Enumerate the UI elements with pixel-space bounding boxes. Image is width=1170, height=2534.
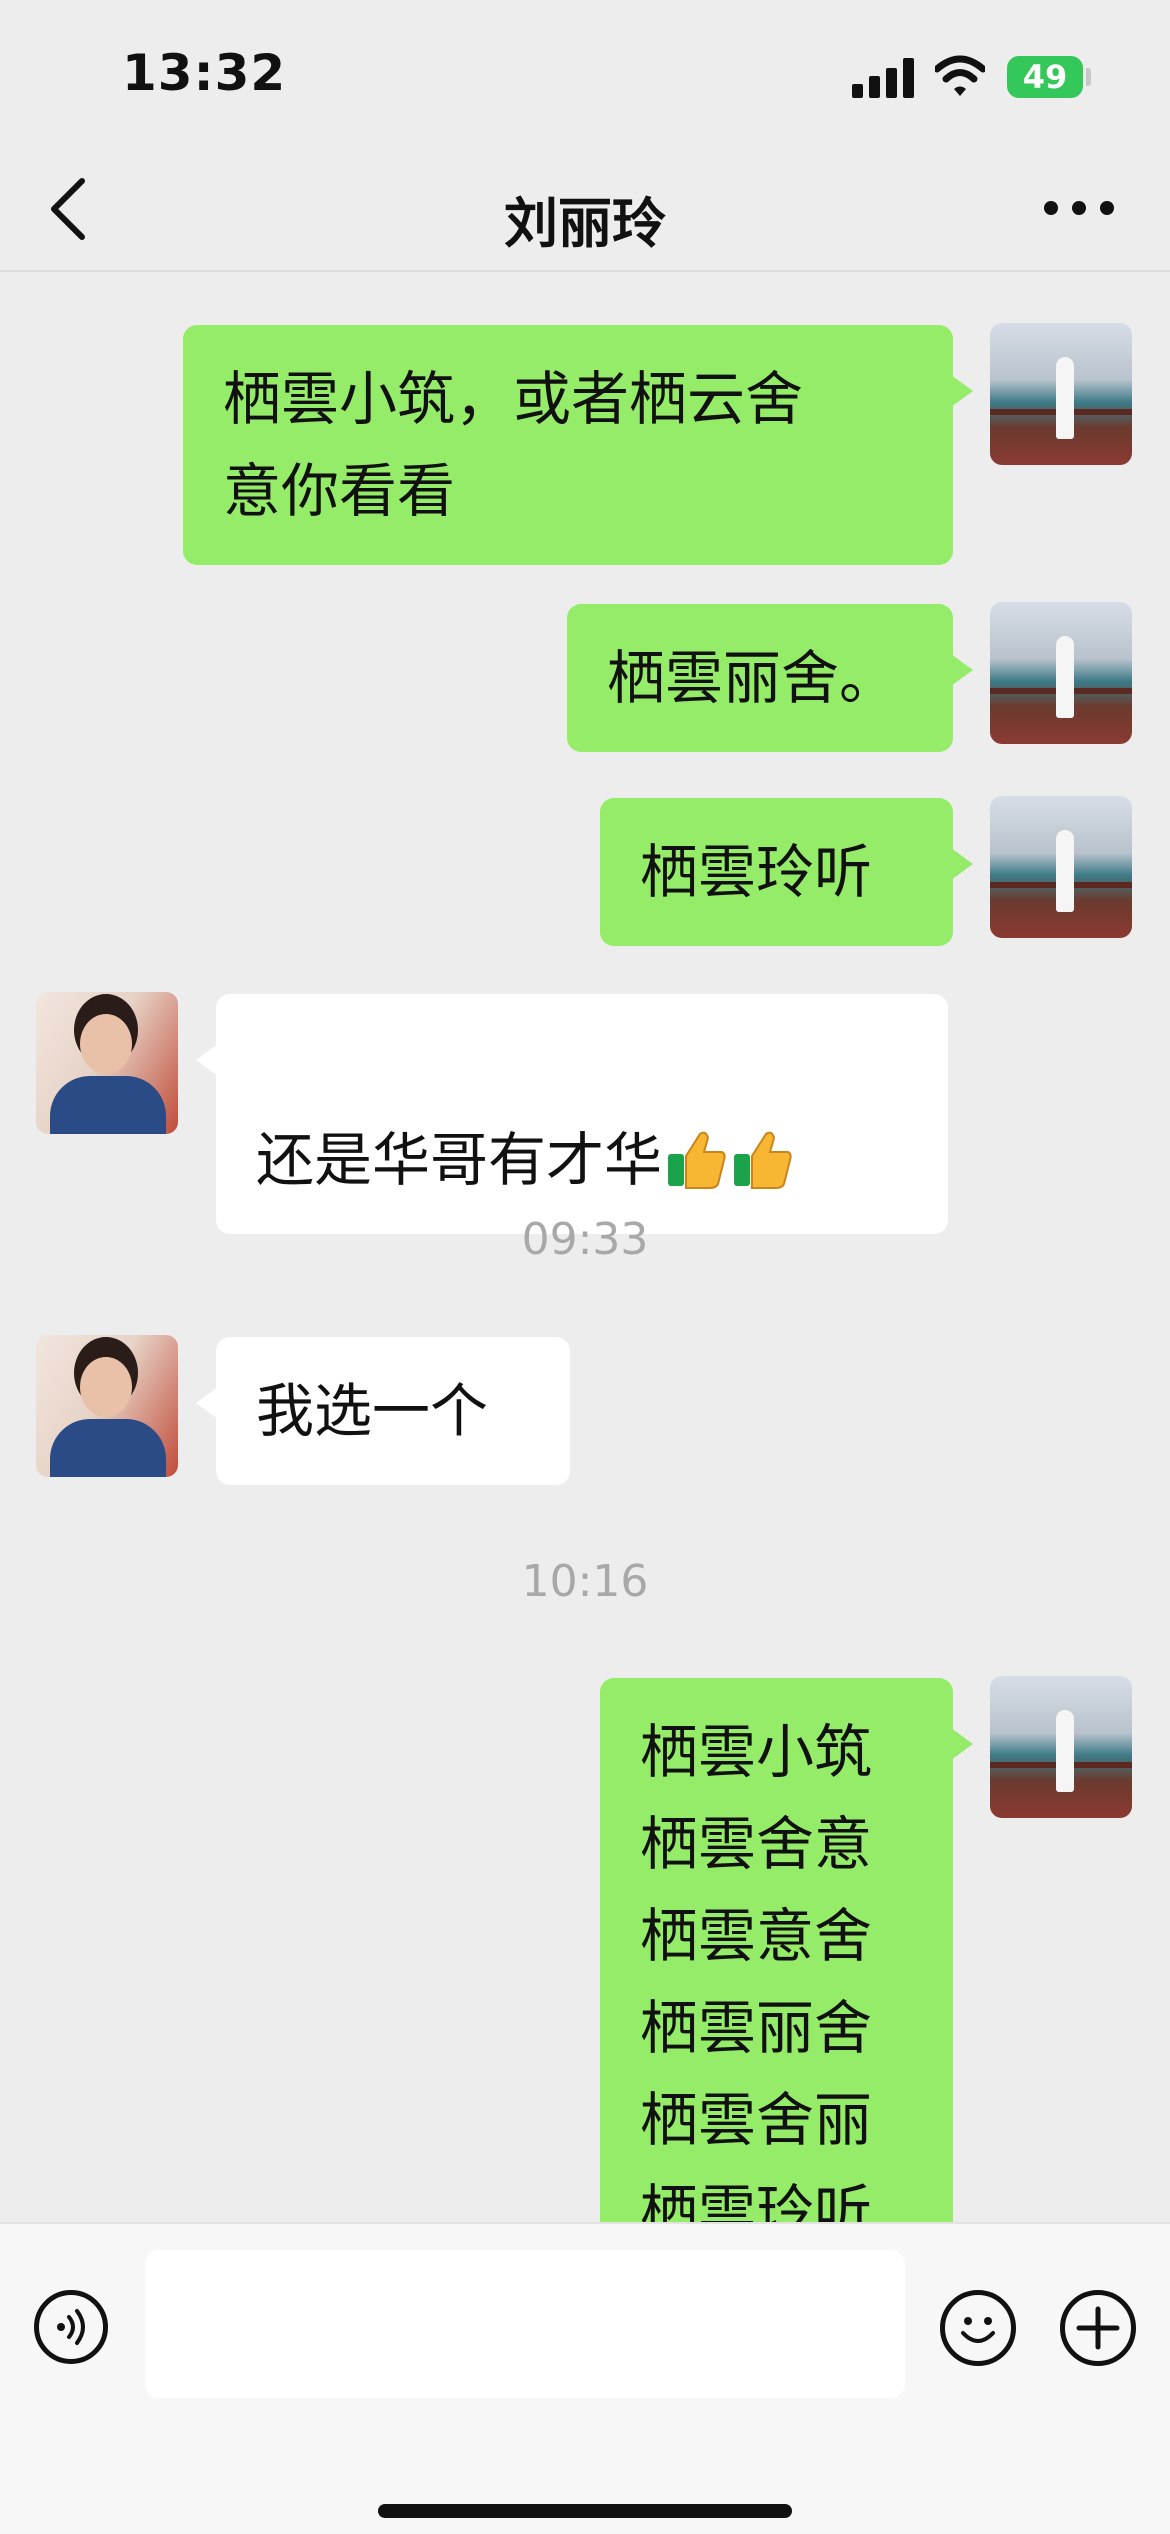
self-avatar[interactable] xyxy=(990,796,1132,938)
battery-cap xyxy=(1086,68,1091,86)
message-timestamp: 10:16 xyxy=(521,1556,649,1607)
input-bar xyxy=(0,2222,1170,2534)
self-avatar[interactable] xyxy=(990,602,1132,744)
message-bubble-other[interactable]: 我选一个 xyxy=(196,1337,570,1485)
home-indicator xyxy=(378,2504,792,2518)
battery-indicator: 49 xyxy=(1007,56,1083,98)
wifi-icon xyxy=(935,55,985,96)
emoji-button[interactable] xyxy=(940,2290,1016,2366)
plus-button[interactable] xyxy=(1060,2290,1136,2366)
chat-title: 刘丽玲 xyxy=(504,192,666,255)
self-avatar[interactable] xyxy=(990,1676,1132,1818)
message-bubble-self[interactable]: 栖雲小筑 栖雲舍意 栖雲意舍 栖雲丽舍 栖雲舍丽 栖雲玲听 xyxy=(600,1678,973,2222)
thumbs-up-icon xyxy=(734,1131,792,1189)
message-bubble-self[interactable]: 栖雲玲听 xyxy=(600,798,973,946)
contact-avatar[interactable] xyxy=(36,992,178,1134)
message-bubble-self[interactable]: 栖雲丽舍。 xyxy=(567,604,973,752)
voice-icon xyxy=(57,2309,85,2345)
message-input[interactable] xyxy=(145,2250,905,2398)
status-time: 13:32 xyxy=(122,44,287,102)
message-timestamp: 09:33 xyxy=(521,1214,649,1265)
signal-icon xyxy=(852,58,914,98)
voice-button[interactable] xyxy=(34,2290,108,2364)
emoji-icon xyxy=(961,2317,995,2343)
nav-bar: 刘丽玲 xyxy=(0,145,1170,272)
status-bar: 13:32 49 xyxy=(0,0,1170,145)
chat-area[interactable]: 栖雲小筑，或者栖云舍 意你看看 栖雲丽舍。 栖雲玲听 还是华哥有才华 09:33… xyxy=(0,272,1170,2222)
message-bubble-other[interactable]: 还是华哥有才华 xyxy=(196,994,948,1234)
message-text: 还是华哥有才华 xyxy=(256,1126,663,1194)
more-icon[interactable] xyxy=(1044,201,1114,215)
message-bubble-self[interactable]: 栖雲小筑，或者栖云舍 意你看看 xyxy=(183,325,973,565)
self-avatar[interactable] xyxy=(990,323,1132,465)
contact-avatar[interactable] xyxy=(36,1335,178,1477)
thumbs-up-icon xyxy=(668,1131,726,1189)
plus-icon xyxy=(1076,2306,1120,2350)
